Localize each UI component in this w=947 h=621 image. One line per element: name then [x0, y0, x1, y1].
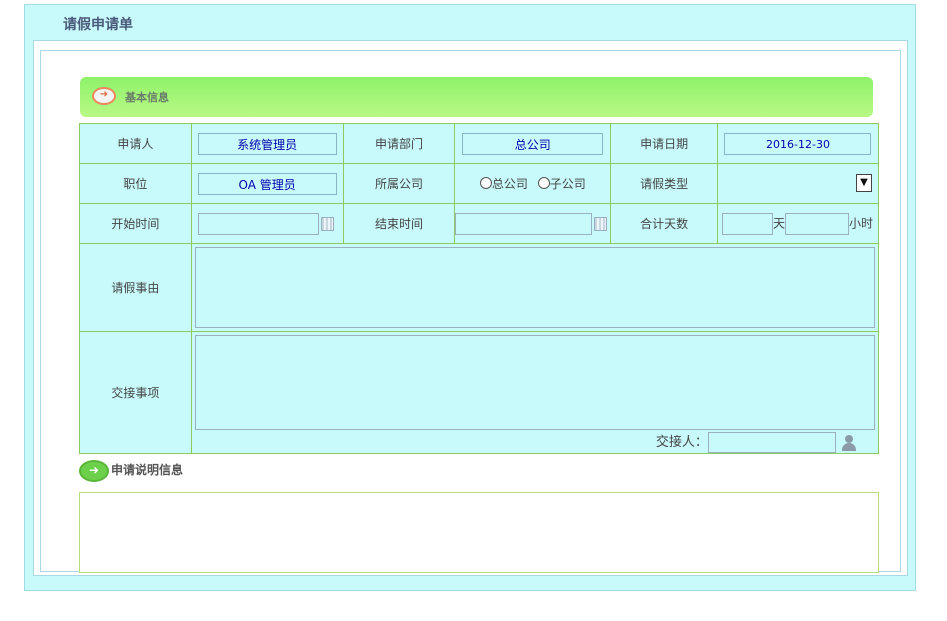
- reason-textarea[interactable]: [194, 247, 875, 328]
- outer-frame: ➜ 基本信息 申请人 系统管理员 申请部门 总公司 申请日期 2016-12-3…: [33, 40, 908, 576]
- chevron-down-icon[interactable]: ▼: [856, 174, 872, 192]
- total-days-label: 合计天数: [610, 203, 718, 244]
- start-time-input[interactable]: [197, 212, 319, 235]
- position-field[interactable]: OA 管理员: [197, 172, 337, 195]
- end-time-input[interactable]: [455, 212, 593, 235]
- page-container: 请假申请单 ➜ 基本信息 申请人 系统管理员 申请部门 总公司 申请日期 201…: [24, 4, 916, 591]
- position-label: 职位: [79, 163, 192, 204]
- leave-form-table: 申请人 系统管理员 申请部门 总公司 申请日期 2016-12-30 职位 OA…: [79, 123, 880, 454]
- leave-type-label: 请假类型: [610, 163, 718, 204]
- reason-label: 请假事由: [79, 243, 192, 332]
- apply-date-field[interactable]: 2016-12-30: [724, 132, 872, 155]
- department-field[interactable]: 总公司: [462, 132, 604, 155]
- radio-subsidiary[interactable]: [537, 177, 550, 189]
- radio-head-office-label: 总公司: [491, 177, 528, 191]
- handover-label: 交接事项: [79, 331, 192, 454]
- radio-head-office[interactable]: [479, 177, 492, 189]
- handover-person-label: 交接人：: [655, 435, 708, 450]
- arrow-right-icon: ➜: [79, 460, 109, 482]
- handover-textarea[interactable]: [194, 335, 875, 430]
- calendar-icon[interactable]: [320, 216, 334, 231]
- application-info-box: [79, 492, 879, 573]
- applicant-field[interactable]: 系统管理员: [197, 132, 337, 155]
- basic-info-header: ➜ 基本信息: [80, 77, 873, 117]
- application-section-label: 申请说明信息: [111, 463, 184, 477]
- inner-frame: ➜ 基本信息 申请人 系统管理员 申请部门 总公司 申请日期 2016-12-3…: [40, 50, 901, 573]
- start-time-label: 开始时间: [79, 203, 192, 244]
- calendar-icon[interactable]: [594, 216, 608, 231]
- days-input[interactable]: [721, 212, 773, 235]
- arrow-right-icon: ➜: [92, 87, 116, 105]
- basic-info-label: 基本信息: [125, 91, 169, 104]
- leave-type-select[interactable]: ▼: [716, 163, 880, 204]
- page-title: 请假申请单: [63, 17, 133, 33]
- company-label: 所属公司: [342, 163, 456, 204]
- hour-unit: 小时: [849, 216, 874, 230]
- radio-subsidiary-label: 子公司: [549, 177, 586, 191]
- day-unit: 天: [772, 216, 785, 230]
- handover-person-input[interactable]: [707, 432, 836, 453]
- hours-input[interactable]: [785, 212, 849, 235]
- end-time-label: 结束时间: [342, 203, 456, 244]
- applicant-label: 申请人: [79, 123, 192, 164]
- user-select-icon[interactable]: [842, 434, 856, 451]
- apply-date-label: 申请日期: [610, 123, 718, 164]
- department-label: 申请部门: [342, 123, 456, 164]
